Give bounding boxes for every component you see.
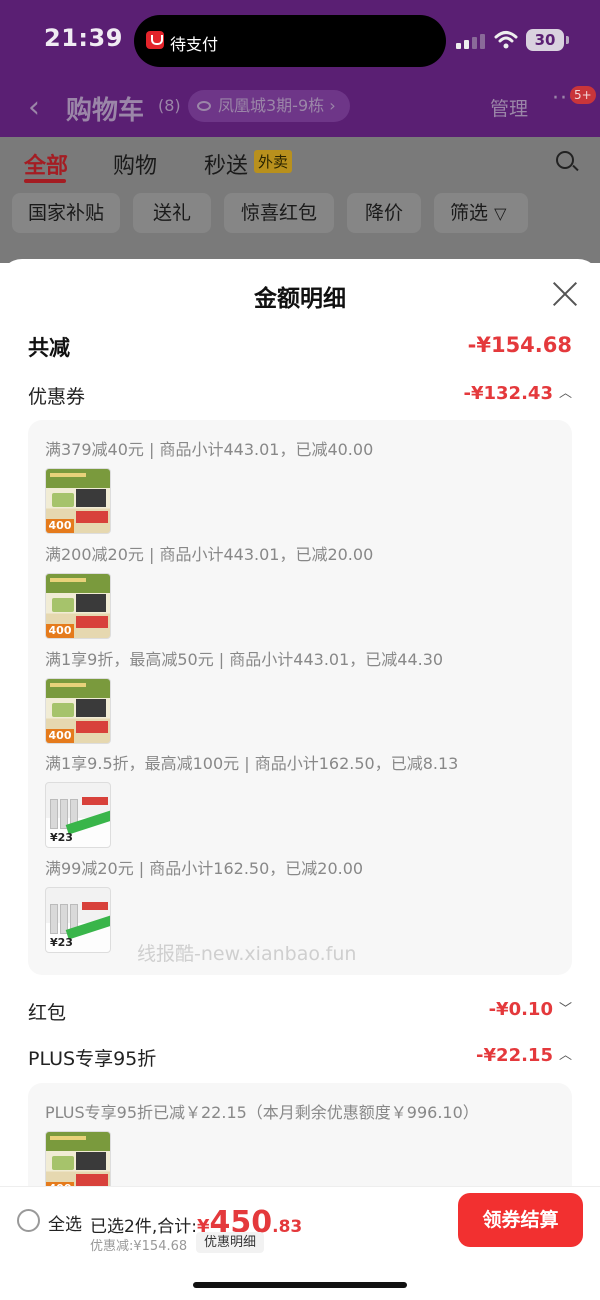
thumb-price: ¥23 xyxy=(50,936,73,949)
dynamic-island[interactable]: 待支付 xyxy=(134,15,446,67)
status-time: 21:39 xyxy=(44,24,123,52)
filter-funnel-icon: ▽ xyxy=(494,204,507,223)
chevron-up-icon: ︿ xyxy=(558,1048,572,1063)
product-thumbnail: 400 xyxy=(45,573,111,639)
saved-amount: 优惠减:¥154.68 xyxy=(90,1239,188,1254)
cellular-signal-icon xyxy=(456,33,486,49)
plus-discount-value-wrap: -¥22.15 ︿ xyxy=(476,1044,572,1066)
address-text: 凤凰城3期-9栋 xyxy=(218,96,325,115)
plus-discount-label: PLUS专享95折 xyxy=(28,1048,157,1070)
redpacket-label: 红包 xyxy=(28,1002,67,1024)
checkout-button[interactable]: 领券结算 xyxy=(458,1193,583,1247)
wifi-icon xyxy=(494,31,518,49)
thumb-price: ¥23 xyxy=(50,831,73,844)
chip-national-subsidy[interactable]: 国家补贴 xyxy=(12,193,120,233)
cart-count: (8) xyxy=(158,96,181,115)
coupon-value: -¥132.43 xyxy=(463,383,553,404)
cart-nav-bar: ‹ 购物车 (8) 凤凰城3期-9栋 › 管理 ··· 5+ xyxy=(0,80,600,137)
redpacket-value-wrap: -¥0.10 ﹀ xyxy=(489,998,572,1020)
address-selector[interactable]: 凤凰城3期-9栋 › xyxy=(188,90,350,122)
product-thumbnail: ¥23 xyxy=(45,887,111,953)
search-icon[interactable] xyxy=(556,151,574,169)
discount-detail-button[interactable]: 优惠明细 xyxy=(196,1232,265,1253)
chip-filter-label: 筛选 xyxy=(450,202,489,224)
page-title: 购物车 xyxy=(66,96,145,126)
cart-tabs: 全部 购物 秒送 外卖 xyxy=(0,137,600,187)
plus-discount-value: -¥22.15 xyxy=(476,1045,553,1066)
thumb-price: 400 xyxy=(46,624,74,638)
manage-button[interactable]: 管理 xyxy=(490,94,528,121)
address-chevron-icon: › xyxy=(329,96,336,115)
chip-price-drop[interactable]: 降价 xyxy=(347,193,421,233)
sheet-title: 金额明细 xyxy=(254,286,346,312)
coupon-list: 满379减40元 | 商品小计443.01，已减40.00 400 满200减2… xyxy=(28,420,572,975)
total-amount-dec: .83 xyxy=(272,1217,303,1237)
chip-surprise-redpacket[interactable]: 惊喜红包 xyxy=(224,193,334,233)
coupon-line-4: 满1享9.5折，最高减100元 | 商品小计162.50，已减8.13 xyxy=(45,754,459,773)
active-tab-underline xyxy=(24,179,66,183)
coupon-line-5: 满99减20元 | 商品小计162.50，已减20.00 xyxy=(45,859,364,878)
plus-discount-row[interactable]: PLUS专享95折 -¥22.15 ︿ xyxy=(28,1040,572,1074)
back-chevron-icon[interactable]: ‹ xyxy=(28,90,40,125)
total-discount-row: 共减 -¥154.68 xyxy=(28,332,572,366)
plus-detail-line: PLUS专享95折已减￥22.15（本月剩余优惠额度￥996.10） xyxy=(45,1103,479,1122)
coupon-value-wrap: -¥132.43 ︿ xyxy=(464,382,572,404)
product-thumbnail: 400 xyxy=(45,468,111,534)
chevron-up-icon: ︿ xyxy=(558,386,572,401)
coupon-label: 优惠券 xyxy=(28,386,86,408)
product-thumbnail: ¥23 xyxy=(45,782,111,848)
chip-filter[interactable]: 筛选 ▽ xyxy=(434,193,528,233)
coupon-line-3: 满1享9折，最高减50元 | 商品小计443.01，已减44.30 xyxy=(45,650,444,669)
chevron-down-icon: ﹀ xyxy=(558,1002,572,1017)
tab-all[interactable]: 全部 xyxy=(24,148,68,180)
battery-icon: 30 xyxy=(526,29,569,51)
coupon-line-1: 满379减40元 | 商品小计443.01，已减40.00 xyxy=(45,440,374,459)
home-indicator xyxy=(193,1282,407,1288)
redpacket-value: -¥0.10 xyxy=(488,999,553,1020)
select-all-label[interactable]: 全选 xyxy=(48,1210,82,1235)
chip-gift[interactable]: 送礼 xyxy=(133,193,211,233)
coupon-row[interactable]: 优惠券 -¥132.43 ︿ xyxy=(28,378,572,412)
select-all-radio[interactable] xyxy=(17,1209,40,1232)
jd-app-icon xyxy=(146,31,164,49)
checkout-bar: 全选 已选2件,合计:¥450.83 优惠减:¥154.68 优惠明细 领券结算 xyxy=(0,1186,600,1300)
takeaway-tag: 外卖 xyxy=(254,150,293,173)
tab-instant[interactable]: 秒送 xyxy=(204,148,248,180)
watermark-text: 线报酷-new.xianbao.fun xyxy=(137,943,357,965)
redpacket-row[interactable]: 红包 -¥0.10 ﹀ xyxy=(28,994,572,1028)
total-discount-value: -¥154.68 xyxy=(467,333,572,357)
status-bar: 21:39 待支付 30 xyxy=(0,0,600,80)
product-thumbnail: 400 xyxy=(45,678,111,744)
live-activity-label: 待支付 xyxy=(170,35,219,54)
close-icon[interactable] xyxy=(552,281,578,307)
notification-badge: 5+ xyxy=(570,86,596,104)
eye-icon xyxy=(197,101,211,111)
thumb-price: 400 xyxy=(46,729,74,743)
thumb-price: 400 xyxy=(46,519,74,533)
coupon-line-2: 满200减20元 | 商品小计443.01，已减20.00 xyxy=(45,545,374,564)
amount-detail-sheet: 金额明细 共减 -¥154.68 优惠券 -¥132.43 ︿ 满379减40元 … xyxy=(0,259,600,1300)
filter-chips: 国家补贴 送礼 惊喜红包 降价 筛选 ▽ xyxy=(0,187,600,243)
selected-count-text: 已选2件,合计: xyxy=(90,1217,197,1237)
tab-shopping[interactable]: 购物 xyxy=(113,148,157,180)
total-discount-label: 共减 xyxy=(28,336,70,360)
